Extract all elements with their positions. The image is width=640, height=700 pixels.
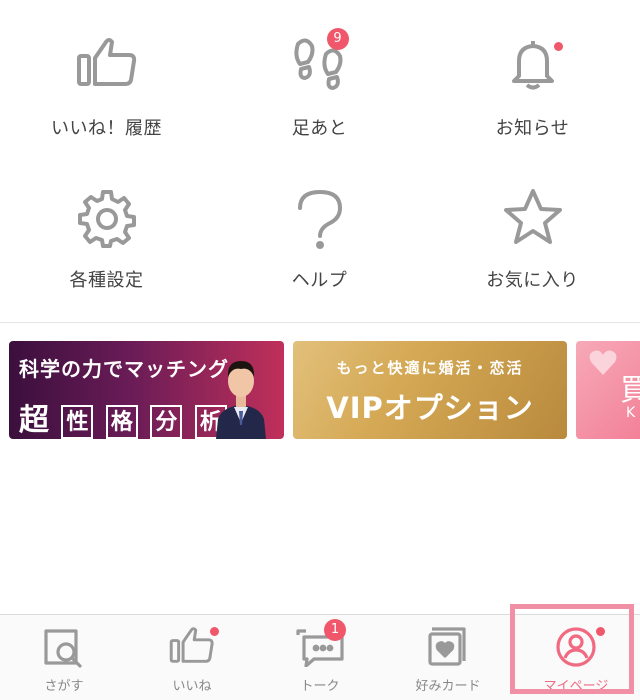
question-icon	[285, 188, 355, 249]
thumbs-up-icon	[72, 36, 142, 92]
menu-item-label: お気に入り	[486, 270, 579, 291]
menu-item-label: 各種設定	[69, 270, 144, 291]
bell-icon	[498, 36, 568, 92]
personality-analysis-banner[interactable]: 科学の力でマッチング 超 性 格 分 析	[9, 341, 284, 439]
tab-label: さがす	[44, 679, 84, 694]
tab-label: マイページ	[543, 679, 609, 694]
menu-item-like-history[interactable]: いいね！履歴	[0, 0, 213, 150]
menu-item-label: 足あと	[291, 118, 348, 139]
tab-label: 好みカード	[415, 679, 481, 694]
banner-carousel[interactable]: 科学の力でマッチング 超 性 格 分 析 もっと快適に婚活・恋活 VIPオプショ…	[0, 341, 640, 441]
menu-item-notifications[interactable]: お知らせ	[426, 0, 639, 150]
heart-card-icon	[418, 625, 478, 669]
tab-search[interactable]: さがす	[0, 615, 128, 700]
my-page-dot	[596, 627, 605, 636]
menu-item-favorites[interactable]: お気に入り	[426, 152, 639, 302]
talk-badge: 1	[324, 619, 346, 641]
menu-item-label: いいね！履歴	[51, 118, 162, 139]
footprints-badge: 9	[326, 28, 349, 50]
man-in-suit-illustration	[216, 361, 266, 439]
tab-my-page[interactable]: マイページ	[512, 615, 640, 700]
banner-line2: 超 性 格 分 析	[19, 395, 227, 439]
menu-grid: いいね！履歴 9 足あと お知らせ 各種設定 ヘルプ お気に入り	[0, 0, 640, 322]
banner-line1: もっと快適に婚活・恋活	[336, 359, 524, 377]
section-divider	[0, 322, 640, 323]
banner-box-char: 格	[105, 405, 138, 439]
profile-icon	[546, 625, 606, 669]
footprints-icon: 9	[285, 28, 355, 92]
menu-item-settings[interactable]: 各種設定	[0, 152, 213, 302]
menu-item-footprints[interactable]: 9 足あと	[213, 0, 426, 150]
banner-box-char: 性	[61, 405, 94, 439]
tab-talk[interactable]: 1 トーク	[256, 615, 384, 700]
partial-banner[interactable]: 買 K	[576, 341, 640, 439]
tab-label: いいね	[172, 679, 212, 694]
gear-icon	[72, 188, 142, 248]
tab-label: トーク	[300, 679, 340, 694]
banner-line2: K	[626, 405, 636, 421]
heart-icon	[589, 350, 617, 375]
search-icon	[34, 625, 94, 669]
chat-bubble-icon: 1	[290, 619, 350, 669]
banner-line1: 買	[620, 373, 640, 408]
menu-item-help[interactable]: ヘルプ	[213, 152, 426, 302]
banner-line1: 科学の力でマッチング	[19, 357, 229, 381]
notification-dot	[553, 42, 563, 51]
tab-preference-cards[interactable]: 好みカード	[384, 615, 512, 700]
menu-item-label: ヘルプ	[291, 270, 348, 291]
thumbs-up-icon	[162, 625, 222, 669]
likes-dot	[210, 627, 219, 636]
banner-box-char: 分	[150, 405, 183, 439]
vip-option-banner[interactable]: もっと快適に婚活・恋活 VIPオプション	[293, 341, 567, 439]
bottom-tab-bar: さがす いいね 1 トーク 好みカード マイページ	[0, 614, 640, 700]
banner-line2: VIPオプション	[326, 391, 534, 425]
tab-likes[interactable]: いいね	[128, 615, 256, 700]
banner-big-char: 超	[19, 403, 49, 438]
menu-item-label: お知らせ	[495, 118, 570, 139]
star-icon	[498, 188, 568, 244]
